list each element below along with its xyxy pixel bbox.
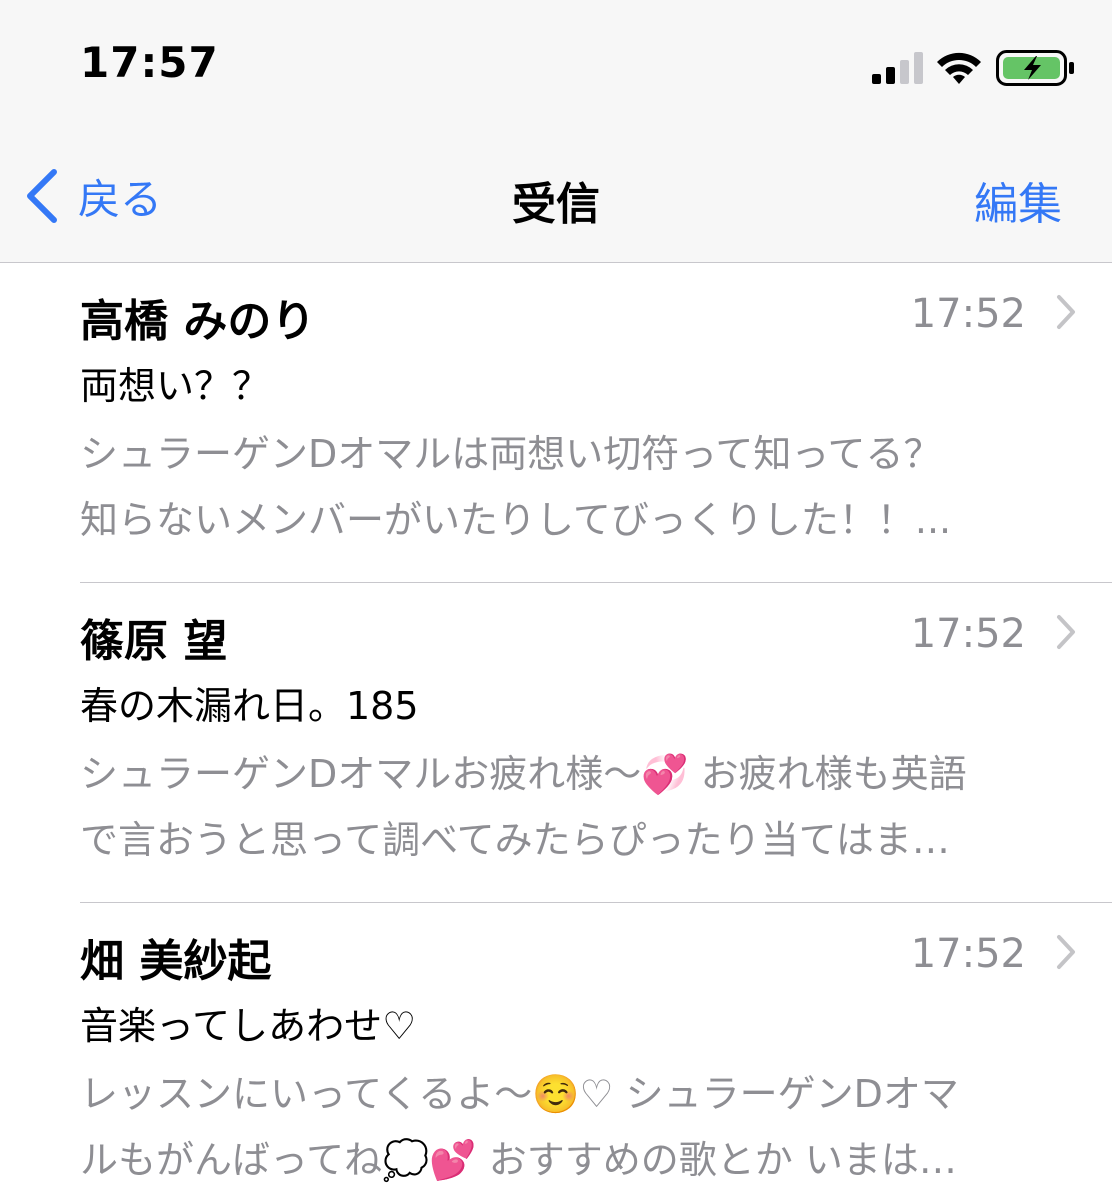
message-row[interactable]: 篠原 望 17:52 春の木漏れ日。185 シュラーゲンDオマルお疲れ様〜💞 お…	[0, 583, 1112, 903]
message-row[interactable]: 畑 美紗起 17:52 音楽ってしあわせ♡ レッスンにいってくるよ〜☺️♡ シュ…	[0, 903, 1112, 1200]
message-sender: 篠原 望	[80, 616, 228, 667]
message-preview: シュラーゲンDオマルは両想い切符って知ってる？ 知らないメンバーがいたりしてびっ…	[80, 432, 952, 542]
message-time: 17:52	[910, 931, 1026, 977]
chevron-right-icon	[1057, 615, 1075, 649]
message-time: 17:52	[910, 611, 1026, 657]
status-time: 17:57	[80, 38, 219, 87]
message-preview: レッスンにいってくるよ〜☺️♡ シュラーゲンDオマ ルもがんばってね💭💕 おすす…	[80, 1072, 959, 1182]
edit-button[interactable]: 編集	[974, 168, 1062, 232]
chevron-left-icon	[27, 169, 57, 223]
message-list: 高橋 みのり 17:52 両想い？？ シュラーゲンDオマルは両想い切符って知って…	[0, 263, 1112, 1200]
message-sender: 畑 美紗起	[80, 936, 272, 987]
top-bar: 17:57 戻る 受信 編集	[0, 0, 1112, 263]
wifi-icon	[937, 52, 981, 84]
back-button[interactable]: 戻る	[22, 164, 162, 228]
page-title: 受信	[512, 179, 600, 230]
signal-icon	[872, 52, 923, 84]
chevron-right-icon	[1057, 935, 1075, 969]
battery-charging-icon	[996, 50, 1074, 86]
chevron-right-icon	[1057, 295, 1075, 329]
message-time: 17:52	[910, 291, 1026, 337]
message-subject: 春の木漏れ日。185	[80, 684, 419, 728]
message-row[interactable]: 高橋 みのり 17:52 両想い？？ シュラーゲンDオマルは両想い切符って知って…	[0, 263, 1112, 583]
message-sender: 高橋 みのり	[80, 296, 316, 347]
back-label: 戻る	[78, 174, 163, 224]
message-subject: 音楽ってしあわせ♡	[80, 1004, 417, 1048]
message-preview: シュラーゲンDオマルお疲れ様〜💞 お疲れ様も英語 で言おうと思って調べてみたらぴ…	[80, 752, 967, 862]
message-subject: 両想い？？	[80, 364, 271, 408]
